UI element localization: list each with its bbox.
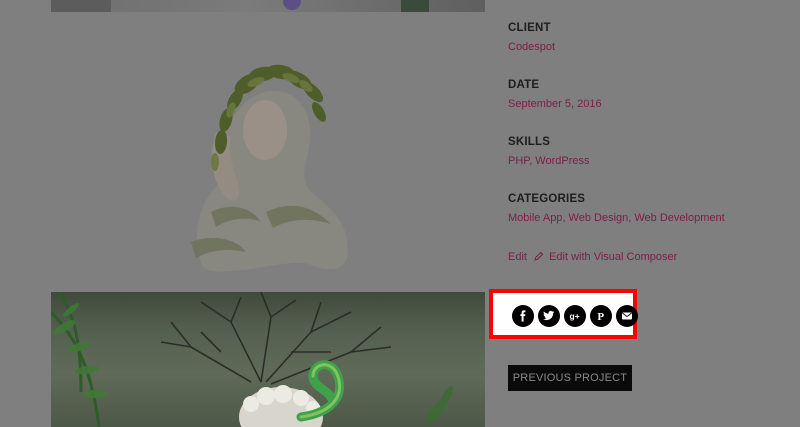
facebook-icon: [520, 310, 526, 322]
pinterest-icon: P: [597, 311, 604, 322]
share-buttons: g+ P: [512, 305, 638, 327]
client-label: CLIENT: [508, 22, 551, 34]
pinterest-share-button[interactable]: P: [590, 305, 612, 327]
svg-text:P: P: [597, 311, 604, 322]
categories-value-links[interactable]: Mobile App, Web Design, Web Development: [508, 212, 725, 224]
date-value: September 5, 2016: [508, 98, 602, 110]
email-icon: [622, 312, 632, 320]
share-buttons-highlight: g+ P: [489, 289, 638, 339]
skills-value-links[interactable]: PHP, WordPress: [508, 155, 590, 167]
google-plus-icon: g+: [570, 311, 580, 321]
client-value-link[interactable]: Codespot: [508, 41, 555, 53]
edit-with-visual-composer-link[interactable]: Edit with Visual Composer: [549, 251, 677, 263]
portrait-illustration: [191, 64, 348, 272]
twitter-icon: [543, 310, 555, 321]
previous-project-button[interactable]: PREVIOUS PROJECT: [508, 365, 632, 391]
project-page: CLIENT Codespot DATE September 5, 2016 S…: [0, 0, 800, 427]
project-image-portrait: [51, 12, 485, 288]
headdress-illustration: [51, 292, 453, 427]
twitter-share-button[interactable]: [538, 305, 560, 327]
skills-label: SKILLS: [508, 136, 551, 148]
svg-text:g+: g+: [570, 311, 580, 321]
pencil-icon: [534, 251, 544, 261]
edit-row: Edit Edit with Visual Composer: [508, 251, 677, 263]
google-plus-share-button[interactable]: g+: [564, 305, 586, 327]
date-label: DATE: [508, 79, 540, 91]
email-share-button[interactable]: [616, 305, 638, 327]
edit-link[interactable]: Edit: [508, 251, 527, 263]
project-image-top: [51, 0, 485, 12]
facebook-share-button[interactable]: [512, 305, 534, 327]
project-image-bottom: [51, 292, 485, 427]
categories-label: CATEGORIES: [508, 193, 586, 205]
